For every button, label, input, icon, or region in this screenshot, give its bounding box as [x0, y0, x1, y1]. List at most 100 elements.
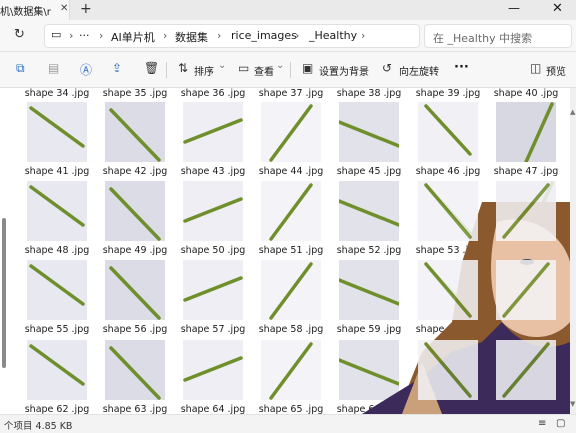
file-name[interactable]: shape 36 .jpg [175, 88, 251, 99]
file-name[interactable]: shape 45 .jpg [331, 166, 407, 177]
sort-button[interactable]: 排序 [194, 63, 214, 78]
breadcrumb[interactable]: ▭ › ··· › AI单片机 › 数据集 › rice_images › _H… [44, 24, 420, 48]
scrollbar-thumb[interactable] [2, 218, 6, 368]
file-name[interactable]: shape 57 .jpg [175, 324, 251, 335]
new-tab-button[interactable]: + [80, 1, 92, 17]
breadcrumb-item[interactable]: rice_images [231, 29, 297, 42]
rename-icon[interactable]: Ⓐ [80, 61, 92, 78]
search-input[interactable]: 在 _Healthy 中搜索 [424, 24, 572, 48]
monitor-icon[interactable]: ▭ [51, 28, 61, 41]
thumbnail-image[interactable] [183, 181, 243, 241]
thumbnail-image[interactable] [261, 340, 321, 400]
file-name[interactable]: shape 51 .jpg [253, 245, 329, 256]
breadcrumb-item[interactable]: _Healthy [309, 29, 357, 42]
thumbnail-image[interactable] [105, 260, 165, 320]
file-name[interactable]: shape 46 .jpg [410, 166, 486, 177]
thumbnail-image[interactable] [418, 181, 478, 241]
chevron-down-icon: ⌄ [276, 60, 285, 71]
thumbnail-image[interactable] [418, 102, 478, 162]
thumbnail-image[interactable] [183, 102, 243, 162]
thumbnail-image[interactable] [418, 260, 478, 320]
thumbnail-image[interactable] [496, 102, 556, 162]
title-bar: 机\数据集\r ✕ + — ✕ [0, 0, 576, 20]
sort-icon: ⇅ [178, 61, 189, 75]
thumbnail-image[interactable] [183, 340, 243, 400]
view-button[interactable]: 查看 [254, 63, 274, 78]
chevron-icon: › [217, 29, 222, 42]
chevron-icon: › [69, 29, 74, 42]
thumbnail-image[interactable] [27, 181, 87, 241]
file-name[interactable]: shape 56 .jpg [97, 324, 173, 335]
thumbnail-image[interactable] [261, 181, 321, 241]
set-background-button[interactable]: 设置为背景 [319, 63, 369, 78]
breadcrumb-item[interactable]: 数据集 [175, 29, 208, 45]
refresh-icon[interactable]: ↻ [14, 27, 25, 42]
minimize-button[interactable]: — [508, 1, 520, 15]
file-name[interactable]: shape 43 .jpg [175, 166, 251, 177]
file-name[interactable]: shape 65 .jpg [253, 404, 329, 414]
thumbnail-image[interactable] [418, 340, 478, 400]
thumbnail-image[interactable] [261, 102, 321, 162]
thumbnail-image[interactable] [27, 340, 87, 400]
file-name[interactable]: shape 62 .jpg [19, 404, 95, 414]
thumbnail-image[interactable] [339, 102, 399, 162]
scroll-down-icon[interactable]: ▼ [570, 400, 575, 408]
file-name[interactable]: shape 58 .jpg [253, 324, 329, 335]
file-name[interactable]: shape 42 .jpg [97, 166, 173, 177]
view-icon: ▭ [238, 61, 250, 75]
close-window-button[interactable]: ✕ [552, 1, 563, 16]
thumbnail-image[interactable] [27, 260, 87, 320]
file-name[interactable]: shape 49 .jpg [97, 245, 173, 256]
tab-close-icon[interactable]: ✕ [60, 3, 68, 14]
scroll-up-icon[interactable]: ▲ [570, 108, 575, 116]
paste-icon[interactable]: ▤ [48, 61, 59, 75]
chevron-icon: › [163, 29, 168, 42]
thumbnail-image[interactable] [27, 102, 87, 162]
status-bar: 个项目 4.85 KB ≡ ▢ [0, 414, 576, 433]
chevron-down-icon: ⌄ [218, 60, 227, 71]
file-name[interactable]: shape 44 .jpg [253, 166, 329, 177]
file-name[interactable]: shape 40 .jpg [488, 88, 564, 99]
file-grid: ▲ ▼ shape 34 .jpg shape 35 .jpg shape 36 .… [0, 88, 576, 414]
file-name[interactable]: shape 35 .jpg [97, 88, 173, 99]
preview-icon: ◫ [530, 61, 542, 75]
wallpaper-icon: ▣ [302, 61, 314, 75]
thumbnail-image[interactable] [105, 102, 165, 162]
thumbnail-image[interactable] [105, 340, 165, 400]
file-name[interactable]: shape 37 .jpg [253, 88, 329, 99]
share-icon[interactable]: ⇪ [112, 61, 122, 75]
thumbnail-image[interactable] [183, 260, 243, 320]
right-scrollbar[interactable]: ▲ ▼ [570, 88, 576, 414]
file-name[interactable]: shape 63 .jpg [97, 404, 173, 414]
thumbnail-image[interactable] [261, 260, 321, 320]
breadcrumb-item[interactable]: AI单片机 [111, 29, 155, 45]
delete-icon[interactable]: 🗑 [144, 61, 159, 75]
file-name[interactable]: shape 41 .jpg [19, 166, 95, 177]
list-view-icon[interactable]: ≡ [538, 418, 546, 429]
grid-view-icon[interactable]: ▢ [556, 418, 565, 429]
chevron-icon: › [295, 29, 300, 42]
thumbnail-image[interactable] [496, 181, 556, 241]
file-name[interactable]: shape 55 .jpg [19, 324, 95, 335]
address-bar: ↻ ▭ › ··· › AI单片机 › 数据集 › rice_images › … [0, 20, 576, 52]
left-scrollbar[interactable] [2, 88, 6, 414]
thumbnail-image[interactable] [496, 260, 556, 320]
thumbnail-image[interactable] [496, 340, 556, 400]
chevron-icon: › [99, 29, 104, 42]
file-name[interactable]: shape 50 .jpg [175, 245, 251, 256]
file-name[interactable]: shape 64 .jpg [175, 404, 251, 414]
file-name[interactable]: shape 39 .jpg [410, 88, 486, 99]
command-bar: ⧉ ▤ Ⓐ ⇪ 🗑 ⇅ 排序 ⌄ ▭ 查看 ⌄ ▣ 设置为背景 ↺ 向左旋转 ·… [0, 52, 576, 88]
file-name[interactable]: shape 47 .jpg [488, 166, 564, 177]
thumbnail-image[interactable] [105, 181, 165, 241]
file-name[interactable]: shape 34 .jpg [19, 88, 95, 99]
rotate-left-button[interactable]: 向左旋转 [399, 63, 439, 78]
preview-button[interactable]: 预览 [546, 63, 566, 78]
tab-current[interactable]: 机\数据集\r ✕ [0, 0, 70, 20]
file-name[interactable]: shape 48 .jpg [19, 245, 95, 256]
breadcrumb-more[interactable]: ··· [79, 29, 90, 42]
toolbar-divider [166, 62, 167, 78]
more-button[interactable]: ··· [454, 60, 469, 75]
copy-icon[interactable]: ⧉ [16, 61, 25, 76]
file-name[interactable]: shape 38 .jpg [331, 88, 407, 99]
